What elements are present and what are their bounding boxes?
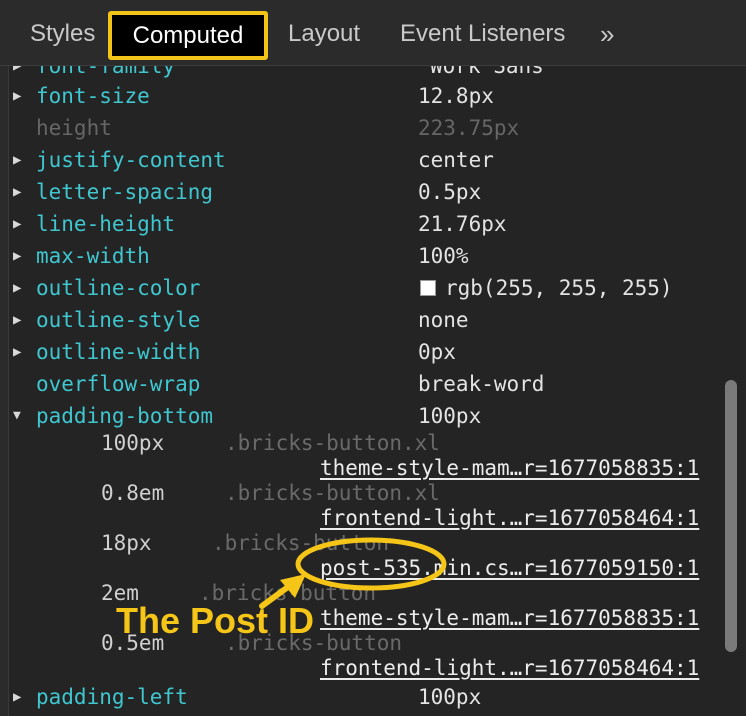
- property-name: justify-content: [36, 148, 226, 172]
- tab-computed[interactable]: Computed: [108, 11, 268, 60]
- property-row[interactable]: ▶ outline-color rgb(255, 255, 255): [9, 272, 721, 304]
- tab-layout[interactable]: Layout: [288, 0, 360, 66]
- source-file-link[interactable]: post-535.min.cs…r=1677059150:1: [320, 553, 699, 583]
- expand-arrow-icon[interactable]: ▶: [13, 80, 21, 112]
- panel-left-edge: [0, 66, 9, 716]
- property-value: 100px: [418, 685, 482, 709]
- property-row[interactable]: ▶ max-width 100%: [9, 240, 721, 272]
- property-name: outline-color: [36, 276, 201, 300]
- property-value: rgb(255, 255, 255): [445, 276, 673, 300]
- property-name: line-height: [36, 212, 176, 236]
- property-row[interactable]: ▶ letter-spacing 0.5px: [9, 176, 721, 208]
- more-tabs-icon[interactable]: »: [600, 0, 614, 66]
- source-value: 100px: [101, 431, 165, 455]
- devtools-tab-bar: Styles Computed Layout Event Listeners »: [0, 0, 746, 66]
- property-value: 12.8px: [418, 84, 494, 108]
- property-name: letter-spacing: [36, 180, 214, 204]
- expand-arrow-icon[interactable]: ▶: [13, 208, 21, 240]
- color-swatch[interactable]: [420, 280, 436, 296]
- expand-arrow-icon[interactable]: ▶: [13, 336, 21, 368]
- property-value: 100%: [418, 244, 469, 268]
- expand-arrow-icon[interactable]: ▶: [13, 272, 21, 304]
- vertical-scrollbar[interactable]: [721, 66, 746, 716]
- property-name: padding-left: [36, 685, 188, 709]
- source-file-link[interactable]: frontend-light.…r=1677058464:1: [320, 653, 699, 683]
- expand-arrow-icon[interactable]: ▶: [13, 681, 21, 713]
- property-name: font-size: [36, 84, 150, 108]
- tab-event-listeners[interactable]: Event Listeners: [400, 0, 565, 66]
- property-value: 223.75px: [418, 116, 520, 140]
- source-value: 0.8em: [101, 481, 165, 505]
- collapse-arrow-icon[interactable]: ▼: [13, 400, 21, 432]
- property-row[interactable]: ▶ outline-style none: [9, 304, 721, 336]
- tab-styles[interactable]: Styles: [30, 0, 95, 66]
- property-row: overflow-wrap break-word: [9, 368, 721, 400]
- property-name: max-width: [36, 244, 150, 268]
- scrollbar-thumb[interactable]: [725, 380, 737, 652]
- property-row: height 223.75px: [9, 112, 721, 144]
- property-name: height: [36, 116, 112, 140]
- annotation-label: The Post ID: [116, 600, 315, 641]
- expand-arrow-icon[interactable]: ▶: [13, 304, 21, 336]
- property-value: center: [418, 148, 494, 172]
- property-row[interactable]: ▶ justify-content center: [9, 144, 721, 176]
- expand-arrow-icon[interactable]: ▶: [13, 176, 21, 208]
- property-value: 21.76px: [418, 212, 507, 236]
- property-row[interactable]: ▶ padding-left 100px: [9, 681, 721, 713]
- property-name: overflow-wrap: [36, 372, 201, 396]
- property-value: break-word: [418, 372, 545, 396]
- property-row[interactable]: ▶ line-height 21.76px: [9, 208, 721, 240]
- source-value: 18px: [101, 531, 152, 555]
- property-name: outline-style: [36, 308, 201, 332]
- property-row[interactable]: ▶ font-size 12.8px: [9, 80, 721, 112]
- property-value: none: [418, 308, 469, 332]
- property-value: 0px: [418, 340, 456, 364]
- expand-arrow-icon[interactable]: ▶: [13, 144, 21, 176]
- property-name: outline-width: [36, 340, 201, 364]
- expand-arrow-icon[interactable]: ▶: [13, 240, 21, 272]
- property-value: 0.5px: [418, 180, 482, 204]
- property-row[interactable]: ▶ outline-width 0px: [9, 336, 721, 368]
